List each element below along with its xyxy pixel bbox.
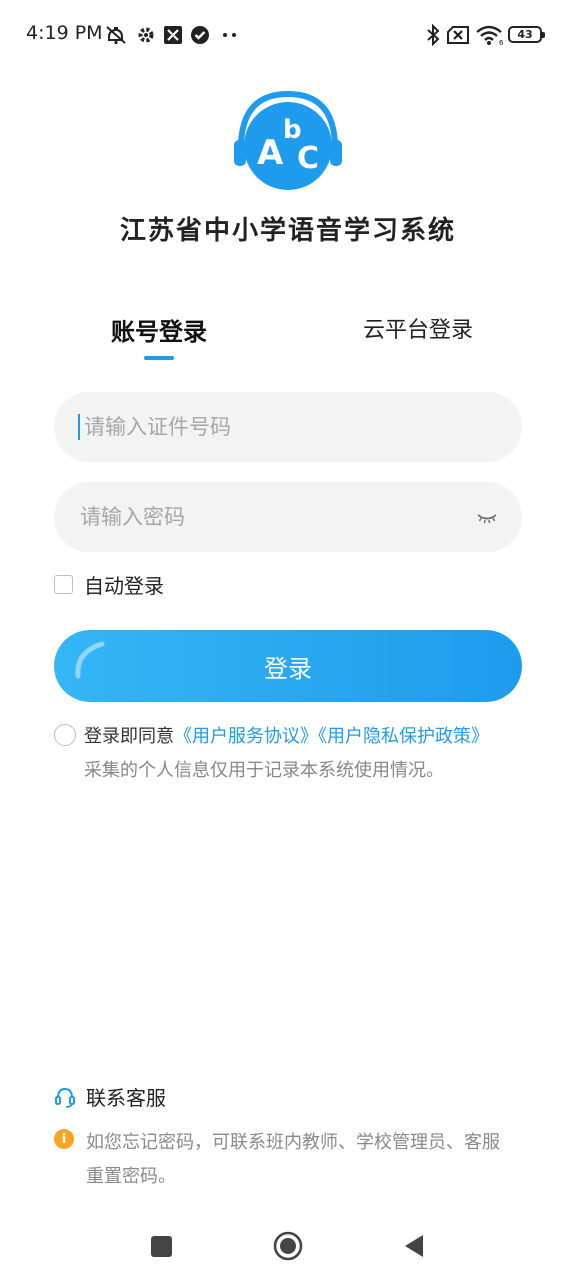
battery-indicator: 43	[508, 26, 545, 43]
contact-support-label: 联系客服	[86, 1086, 166, 1110]
home-circle-icon[interactable]	[270, 1228, 306, 1264]
id-number-field[interactable]	[54, 392, 522, 462]
contact-support[interactable]: 联系客服	[54, 1082, 166, 1111]
recents-square-icon[interactable]	[143, 1228, 179, 1264]
tab-account-login[interactable]: 账号登录	[100, 312, 218, 347]
login-button-label: 登录	[264, 654, 312, 683]
user-agreement-link[interactable]: 《用户服务协议》	[174, 726, 318, 747]
wifi-icon: 6	[475, 24, 505, 46]
auto-login-checkbox[interactable]	[54, 574, 73, 594]
gear-icon	[136, 24, 156, 46]
agree-radio[interactable]	[54, 724, 76, 746]
tab-cloud-login[interactable]: 云平台登录	[348, 312, 488, 344]
check-circle-icon	[189, 24, 211, 46]
agreement-prefix: 登录即同意	[84, 726, 174, 747]
id-number-input[interactable]	[82, 414, 498, 440]
back-triangle-icon[interactable]	[396, 1228, 432, 1264]
bluetooth-icon	[424, 24, 442, 46]
password-field[interactable]	[54, 482, 522, 552]
logo-letter-c: C	[297, 141, 319, 176]
app-title: 江苏省中小学语音学习系统	[119, 216, 456, 246]
more-dots-icon	[220, 24, 240, 46]
auto-login-option[interactable]: 自动登录	[54, 571, 164, 598]
password-input[interactable]	[78, 504, 468, 530]
auto-login-label: 自动登录	[84, 573, 164, 598]
status-bar: 4:19 PM 6 43	[0, 0, 576, 70]
info-icon: i	[54, 1129, 74, 1149]
login-button[interactable]: 登录	[54, 630, 522, 702]
eye-closed-icon[interactable]	[476, 510, 498, 524]
app-logo: A b C	[231, 88, 345, 196]
status-time: 4:19 PM	[26, 22, 103, 44]
sim-off-icon	[446, 24, 470, 46]
agreement-line: 登录即同意《用户服务协议》《用户隐私保护政策》	[84, 722, 489, 748]
logo-letter-a: A	[257, 133, 284, 173]
password-tip-text: 如您忘记密码，可联系班内教师、学校管理员、客服重置密码。	[86, 1132, 500, 1187]
svg-text:6: 6	[499, 39, 504, 46]
privacy-policy-link[interactable]: 《用户隐私保护政策》	[318, 726, 489, 747]
app-icon	[162, 24, 184, 46]
active-tab-indicator	[144, 356, 174, 360]
text-caret	[78, 414, 80, 440]
agreement-note: 采集的个人信息仅用于记录本系统使用情况。	[84, 760, 444, 781]
headset-icon	[55, 1087, 75, 1108]
mute-icon	[104, 24, 128, 46]
loading-spinner-icon	[75, 641, 105, 679]
